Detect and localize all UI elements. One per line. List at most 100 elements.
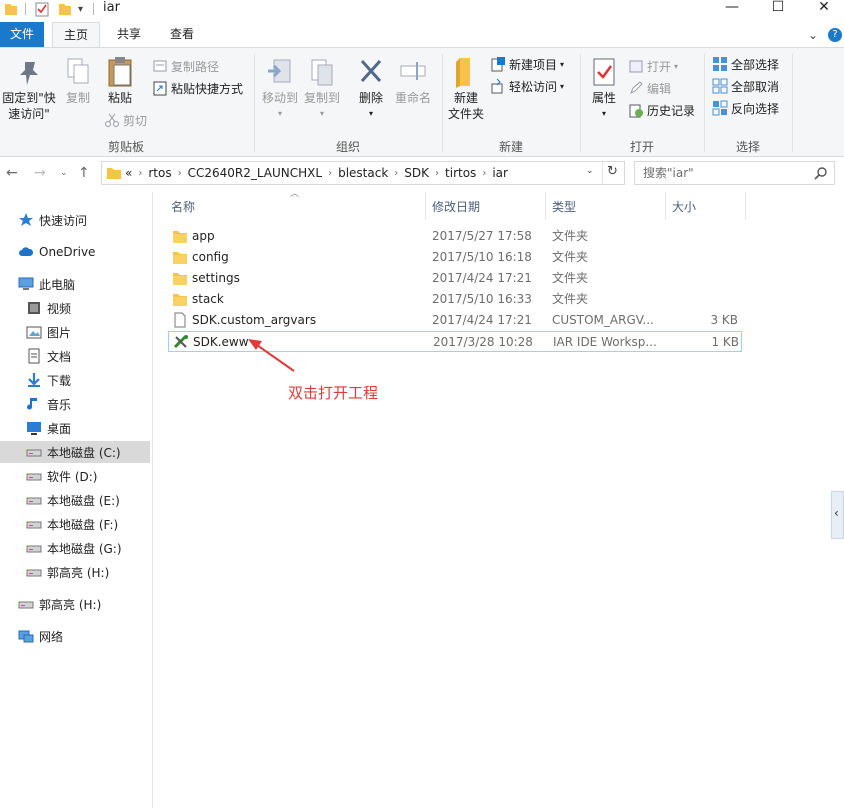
select-none-button[interactable]: 全部取消	[712, 76, 779, 96]
search-input[interactable]: 搜索"iar"	[634, 161, 835, 185]
nav-item[interactable]: 本地磁盘 (C:)	[0, 441, 150, 463]
new-item-button[interactable]: 新建项目 ▾	[490, 54, 564, 74]
nav-item[interactable]: 视频	[0, 297, 150, 319]
move-to-icon	[268, 59, 291, 83]
column-header-type[interactable]: 类型	[552, 192, 576, 222]
file-size	[672, 289, 738, 310]
paste-shortcut-button[interactable]: 粘贴快捷方式	[152, 78, 243, 98]
new-folder-quick-icon[interactable]	[58, 1, 72, 17]
delete-button[interactable]: 删除 ▾	[353, 56, 389, 122]
up-icon[interactable]: ↑	[78, 165, 90, 181]
nav-item-label: 此电脑	[39, 277, 76, 292]
nav-item[interactable]: OneDrive	[0, 241, 150, 263]
tab-home[interactable]: 主页	[52, 22, 100, 48]
breadcrumb-separator-icon[interactable]: ›	[482, 168, 486, 179]
nav-item-label: OneDrive	[39, 245, 96, 259]
group-label-open: 打开	[629, 140, 654, 154]
invert-selection-button[interactable]: 反向选择	[712, 98, 779, 118]
breadcrumb-item[interactable]: tirtos	[445, 166, 476, 180]
rename-button[interactable]: 重命名	[393, 56, 433, 106]
minimize-button[interactable]: —	[712, 0, 752, 16]
select-all-button[interactable]: 全部选择	[712, 54, 779, 74]
pin-quick-access-button[interactable]: 固定到"快 速访问"	[0, 56, 58, 122]
file-row[interactable]: app 2017/5/27 17:58 文件夹	[168, 226, 742, 247]
collapse-ribbon-icon[interactable]: ⌄	[808, 28, 818, 42]
nav-item[interactable]: 本地磁盘 (E:)	[0, 489, 150, 511]
nav-item[interactable]: 本地磁盘 (G:)	[0, 537, 150, 559]
nav-item[interactable]: 本地磁盘 (F:)	[0, 513, 150, 535]
nav-item[interactable]: 音乐	[0, 393, 150, 415]
nav-item[interactable]: 此电脑	[0, 273, 150, 295]
maximize-button[interactable]: ☐	[758, 0, 798, 16]
drive-icon	[26, 545, 42, 553]
properties-quick-icon[interactable]	[35, 1, 49, 17]
breadcrumb-overflow[interactable]: «	[125, 166, 132, 180]
nav-item[interactable]: 快速访问	[0, 209, 150, 231]
quick-access-dropdown-icon[interactable]: ▾	[78, 1, 83, 17]
breadcrumb-item[interactable]: iar	[492, 166, 508, 180]
file-name: stack	[192, 292, 224, 306]
breadcrumb-separator-icon[interactable]: ›	[394, 168, 398, 179]
copy-path-button[interactable]: 复制路径	[152, 56, 219, 76]
cut-button[interactable]: 剪切	[104, 110, 147, 130]
file-name: settings	[192, 271, 240, 285]
breadcrumb-item[interactable]: rtos	[148, 166, 171, 180]
column-header-date[interactable]: 修改日期	[432, 192, 480, 222]
close-button[interactable]: ✕	[804, 0, 844, 16]
tab-file[interactable]: 文件	[0, 22, 44, 47]
nav-item[interactable]: 网络	[0, 625, 150, 647]
rename-icon	[400, 62, 426, 80]
refresh-icon[interactable]: ↻	[607, 164, 618, 179]
drive-icon	[26, 569, 42, 577]
copy-button[interactable]: 复制	[62, 56, 94, 106]
easy-access-button[interactable]: 轻松访问 ▾	[490, 76, 564, 96]
history-button[interactable]: 历史记录	[628, 100, 695, 120]
properties-button[interactable]: 属性 ▾	[586, 56, 622, 122]
breadcrumb-separator-icon[interactable]: ›	[435, 168, 439, 179]
breadcrumb-item[interactable]: CC2640R2_LAUNCHXL	[188, 166, 323, 180]
edit-button[interactable]: 编辑	[628, 78, 671, 98]
forward-icon[interactable]: →	[34, 165, 46, 181]
file-row[interactable]: settings 2017/4/24 17:21 文件夹	[168, 268, 742, 289]
breadcrumb-separator-icon[interactable]: ›	[178, 168, 182, 179]
nav-item[interactable]: 郭高亮 (H:)	[0, 593, 150, 615]
nav-item[interactable]: 桌面	[0, 417, 150, 439]
file-date: 2017/4/24 17:21	[432, 313, 532, 327]
nav-item[interactable]: 下载	[0, 369, 150, 391]
file-row[interactable]: config 2017/5/10 16:18 文件夹	[168, 247, 742, 268]
nav-item-label: 本地磁盘 (F:)	[47, 517, 119, 532]
breadcrumb-item[interactable]: blestack	[338, 166, 388, 180]
recent-locations-icon[interactable]: ⌄	[60, 168, 68, 178]
cloud-icon	[19, 247, 34, 256]
annotation-text: 双击打开工程	[288, 384, 379, 402]
paste-button[interactable]: 粘贴	[102, 56, 138, 106]
address-bar[interactable]: « › rtos › CC2640R2_LAUNCHXL › blestack › SDK › t…	[101, 161, 625, 185]
column-header-name[interactable]: 名称	[171, 192, 195, 222]
tab-view[interactable]: 查看	[158, 22, 206, 47]
open-button[interactable]: 打开 ▾	[628, 56, 678, 76]
preview-pane-toggle[interactable]: ‹	[831, 491, 844, 539]
nav-item-label: 网络	[39, 629, 64, 644]
breadcrumb-separator-icon[interactable]: ›	[138, 168, 142, 179]
paste-icon	[108, 57, 132, 87]
column-header-size[interactable]: 大小	[672, 192, 696, 222]
ribbon-tabs: 文件 主页 共享 查看 ⌄ ?	[0, 22, 844, 48]
nav-item[interactable]: 文档	[0, 345, 150, 367]
nav-item-label: 软件 (D:)	[47, 469, 98, 484]
nav-item[interactable]: 郭高亮 (H:)	[0, 561, 150, 583]
nav-item[interactable]: 图片	[0, 321, 150, 343]
new-folder-button[interactable]: 新建 文件夹	[446, 56, 486, 122]
scissors-icon	[105, 113, 119, 127]
chevron-left-icon: ‹	[834, 506, 839, 520]
nav-item[interactable]: 软件 (D:)	[0, 465, 150, 487]
help-icon[interactable]: ?	[828, 28, 842, 42]
breadcrumb-separator-icon[interactable]: ›	[328, 168, 332, 179]
file-row[interactable]: stack 2017/5/10 16:33 文件夹	[168, 289, 742, 310]
tab-share[interactable]: 共享	[106, 22, 152, 47]
back-icon[interactable]: ←	[6, 165, 18, 181]
breadcrumb-item[interactable]: SDK	[404, 166, 429, 180]
move-to-button[interactable]: 移动到 ▾	[260, 56, 300, 122]
address-dropdown-icon[interactable]: ⌄	[586, 166, 594, 176]
copy-to-button[interactable]: 复制到 ▾	[302, 56, 342, 122]
file-row[interactable]: SDK.custom_argvars 2017/4/24 17:21 CUSTOM_…	[168, 310, 742, 331]
